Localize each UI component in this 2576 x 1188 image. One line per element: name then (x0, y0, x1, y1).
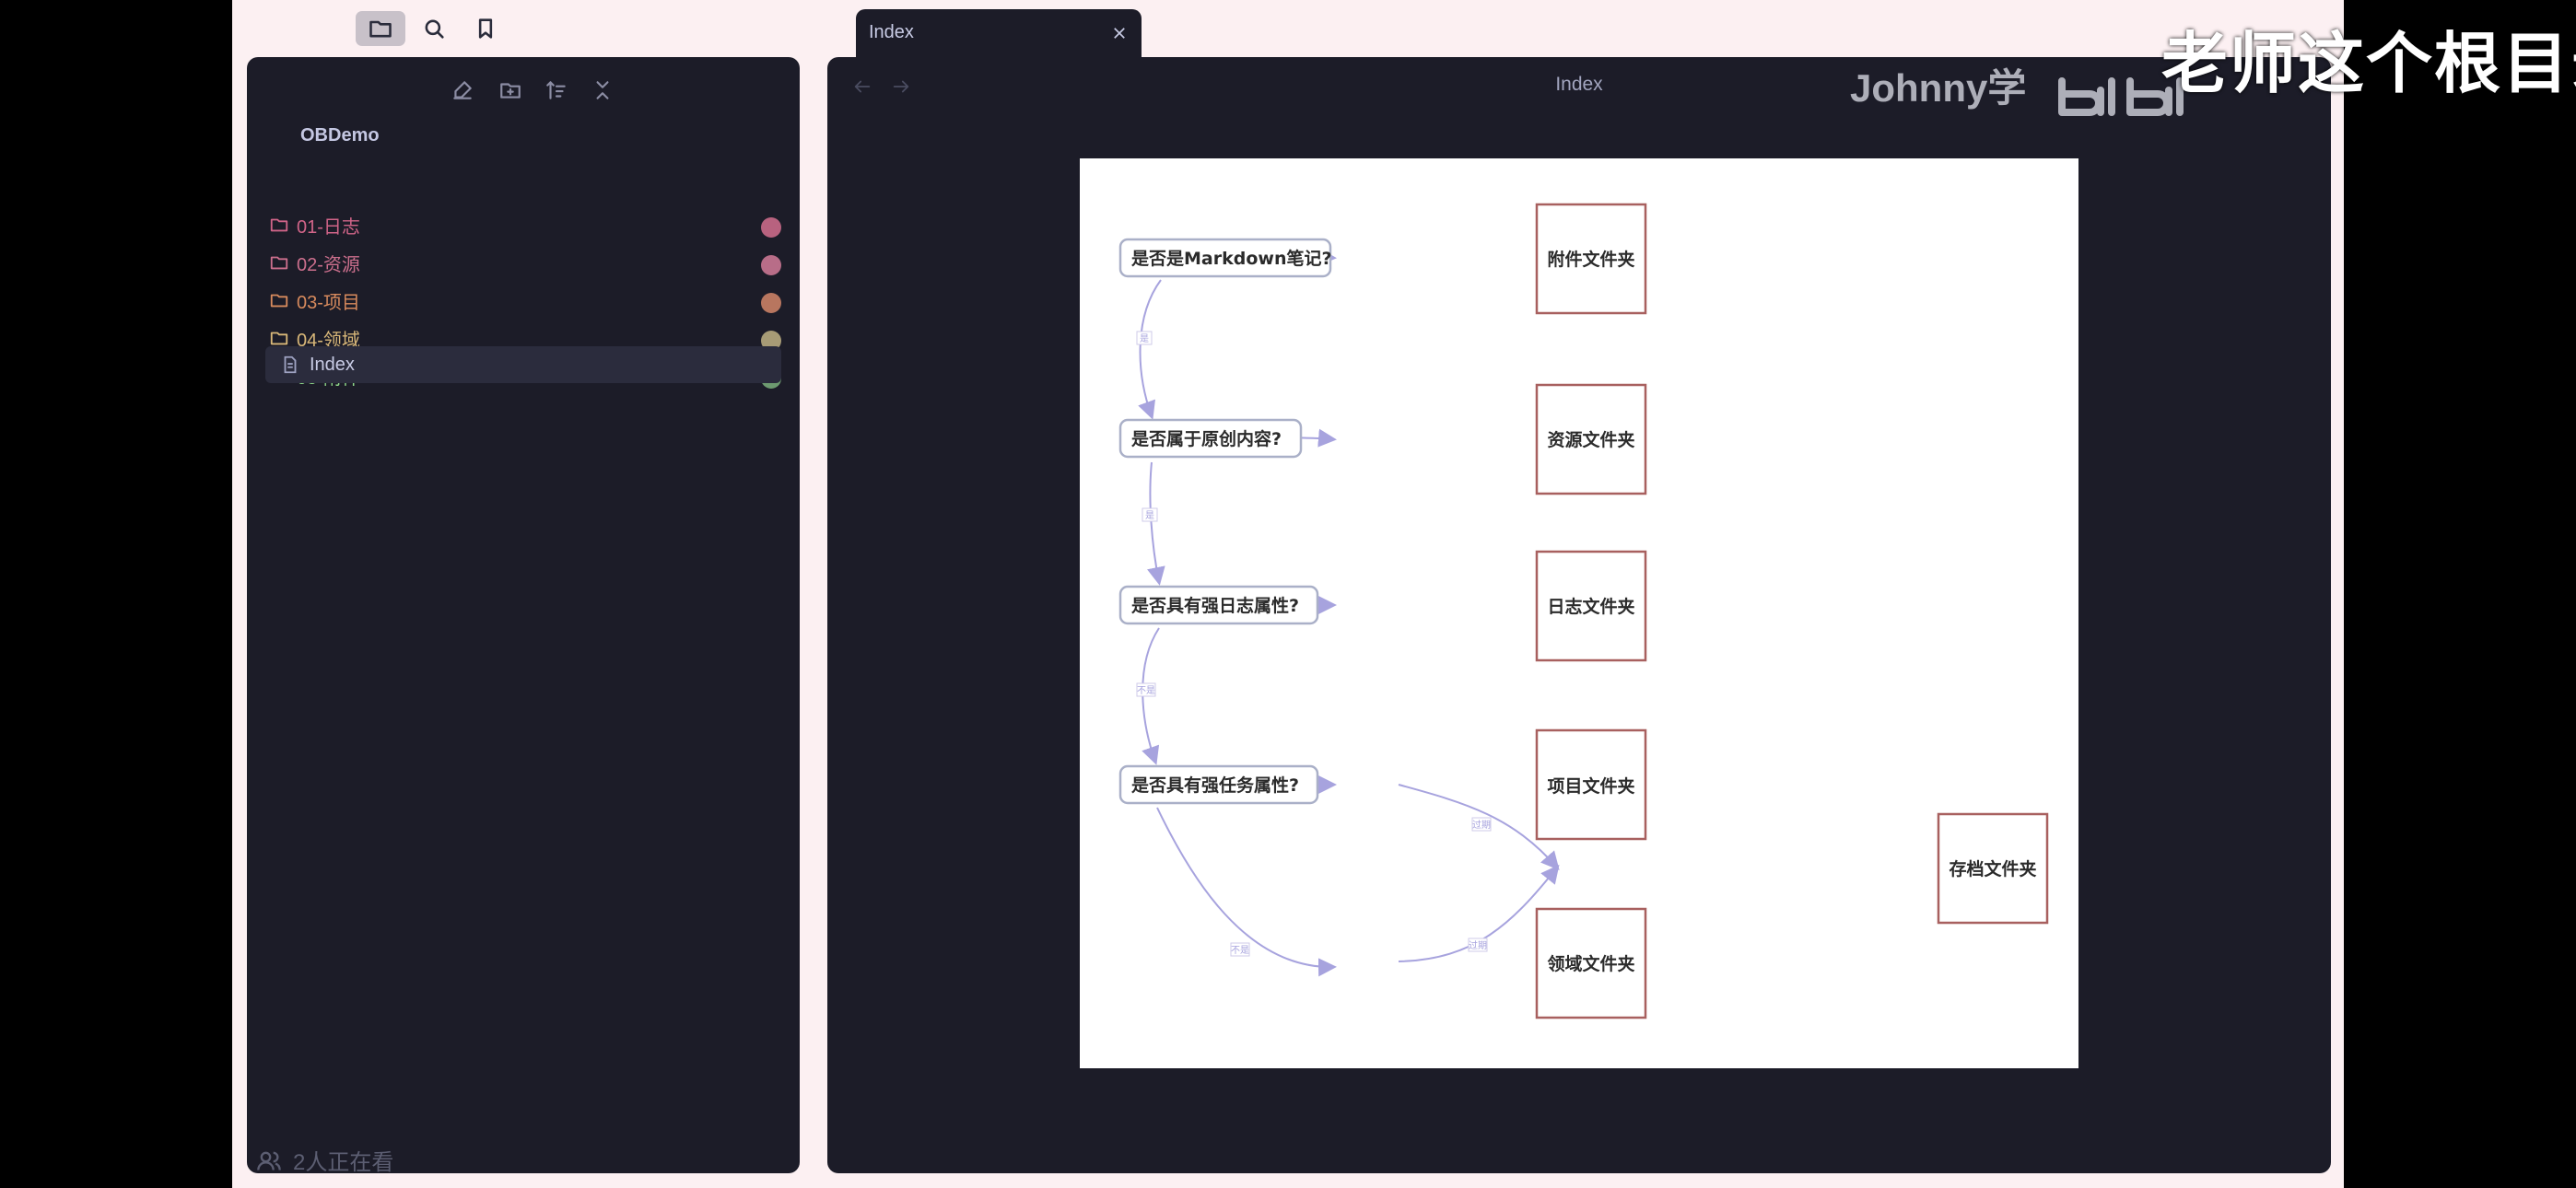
tab-close-button[interactable] (1107, 20, 1132, 46)
folder-label: 01-日志 (297, 216, 360, 238)
folder-node-archive[interactable]: 存档文件夹 (1937, 812, 2049, 925)
folder-icon (270, 218, 288, 232)
sidebar-folder-1[interactable]: 01-日志 (269, 208, 785, 241)
file-label: Index (310, 354, 355, 375)
file-explorer-sidebar: OBDemo 01-日志02-资源03-项目04-领域05-附件 Index 2… (247, 57, 800, 1176)
collapse-icon (596, 81, 609, 99)
file-icon (284, 355, 297, 374)
bookmark-icon (478, 18, 493, 39)
folder-node-attachment[interactable]: 附件文件夹 (1535, 203, 1647, 315)
edge-original-to-log-q[interactable] (1147, 461, 1165, 586)
folder-color-dot (761, 217, 781, 238)
edge-label: 不是 (1231, 945, 1249, 956)
new-folder-button[interactable] (492, 72, 529, 109)
collapse-all-button[interactable] (584, 72, 621, 109)
decision-node-log[interactable]: 是否具有强日志属性? (1118, 585, 1319, 625)
folder-icon (270, 294, 288, 308)
file-index[interactable]: Index (265, 346, 781, 383)
edge-label: 是 (1145, 510, 1154, 521)
search-icon (425, 19, 444, 39)
canvas-view: Index Johnny学 是 是 不是 不是 过期 过期 是否是Markdow… (827, 57, 2331, 1173)
tab-title: Index (869, 22, 914, 42)
sidebar-folder-2[interactable]: 02-资源 (269, 246, 785, 279)
folder-node-log[interactable]: 日志文件夹 (1535, 550, 1647, 662)
bookmarks-button[interactable] (461, 11, 510, 46)
folder-icon (369, 20, 392, 38)
new-note-icon (453, 81, 472, 99)
decision-text: 是否属于原创内容? (1131, 428, 1282, 449)
folder-label: 03-项目 (297, 292, 360, 313)
folder-icon (270, 332, 288, 345)
folder-color-dot (761, 293, 781, 313)
folder-node-text: 资源文件夹 (1547, 429, 1634, 450)
sort-icon (546, 81, 566, 99)
folder-node-text: 领域文件夹 (1547, 953, 1634, 974)
app-window: OBDemo 01-日志02-资源03-项目04-领域05-附件 Index 2… (232, 0, 2344, 1188)
file-explorer-button[interactable] (356, 11, 405, 46)
folder-node-domain[interactable]: 领域文件夹 (1535, 907, 1647, 1019)
people-icon (257, 1151, 281, 1171)
video-subtitle: 老师这个根目录 (2161, 25, 2576, 102)
sidebar-folder-3[interactable]: 03-项目 (269, 284, 785, 317)
decision-node-task[interactable]: 是否具有强任务属性? (1118, 764, 1319, 805)
edge-md-to-original[interactable] (1138, 279, 1162, 420)
close-icon (1114, 28, 1125, 39)
folder-label: 02-资源 (297, 254, 360, 275)
folder-node-resource[interactable]: 资源文件夹 (1535, 383, 1647, 495)
folder-node-project[interactable]: 项目文件夹 (1535, 728, 1647, 841)
viewer-count: 2人正在看 (256, 1144, 393, 1176)
tab-index[interactable]: Index (856, 9, 1142, 57)
new-folder-icon (500, 83, 521, 99)
search-button[interactable] (409, 11, 459, 46)
folder-icon (270, 256, 288, 270)
decision-node-markdown[interactable]: 是否是Markdown笔记? (1118, 238, 1332, 278)
edge-label: 过期 (1472, 819, 1491, 831)
folder-node-text: 存档文件夹 (1949, 858, 2036, 879)
decision-text: 是否具有强任务属性? (1131, 775, 1299, 796)
decision-node-original[interactable]: 是否属于原创内容? (1118, 418, 1303, 459)
sort-button[interactable] (538, 72, 575, 109)
edge-label: 是 (1140, 333, 1149, 344)
viewer-count-text: 2人正在看 (293, 1150, 394, 1175)
edge-label: 不是 (1137, 685, 1155, 696)
vault-name[interactable]: OBDemo (300, 125, 380, 146)
canvas-board[interactable]: 不是 是 不是 是 是 不是 是 不是 过期 过期 是否是Markdown笔记? (1080, 158, 2078, 1068)
folder-node-text: 附件文件夹 (1547, 249, 1634, 270)
watermark-text: Johnny学 (1850, 66, 2027, 110)
folder-node-text: 项目文件夹 (1547, 775, 1634, 797)
folder-node-text: 日志文件夹 (1547, 596, 1634, 617)
decision-text: 是否是Markdown笔记? (1131, 248, 1332, 269)
new-note-button[interactable] (444, 72, 481, 109)
decision-text: 是否具有强日志属性? (1131, 595, 1299, 616)
edge-label: 过期 (1469, 939, 1487, 951)
folder-color-dot (761, 255, 781, 275)
